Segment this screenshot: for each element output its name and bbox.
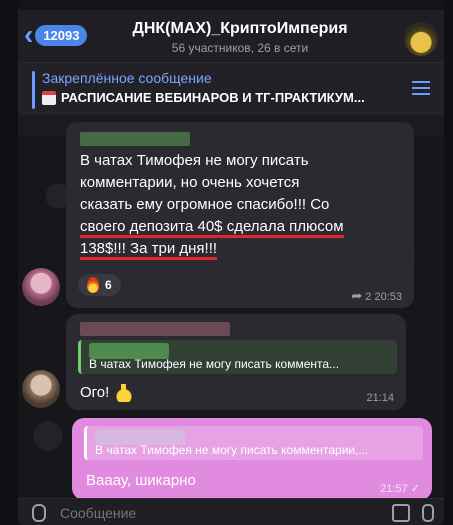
sender-name-blurred xyxy=(80,132,190,146)
chat-header: ‹ 12093 ДНК(MAX)_КриптоИмперия 56 участн… xyxy=(18,10,444,62)
message-text-3: Вааау, шикарно xyxy=(86,472,196,489)
message-input-bar xyxy=(18,498,444,525)
sender-avatar-1[interactable] xyxy=(22,268,60,306)
reply-quote-text: В чатах Тимофея не могу писать коммента.… xyxy=(89,357,340,371)
chat-title: ДНК(MAX)_КриптоИмперия xyxy=(132,20,348,37)
reply-quote[interactable]: В чатах Тимофея не могу писать комментар… xyxy=(84,426,423,460)
pinned-text-row: РАСПИСАНИЕ ВЕБИНАРОВ И ТГ-ПРАКТИКУМ... xyxy=(42,90,365,105)
message-time: 21:57 xyxy=(380,483,408,495)
message-meta-1: ➦ 2 20:53 xyxy=(351,288,402,304)
input-actions xyxy=(392,504,434,522)
message-input[interactable] xyxy=(58,501,362,525)
pin-indicator xyxy=(32,71,35,109)
pinned-message-bar[interactable]: Закреплённое сообщение РАСПИСАНИЕ ВЕБИНА… xyxy=(18,62,444,115)
chat-screen: ‹ 12093 ДНК(MAX)_КриптоИмперия 56 участн… xyxy=(18,0,444,525)
chevron-left-icon: ‹ xyxy=(24,19,34,50)
incoming-message-1[interactable]: В чатах Тимофея не могу писать комментар… xyxy=(66,122,414,308)
reaction-count: 6 xyxy=(105,278,112,292)
unread-count-badge: 12093 xyxy=(35,24,88,46)
message-time: 20:53 xyxy=(374,291,402,303)
incoming-message-2[interactable]: В чатах Тимофея не могу писать коммента.… xyxy=(66,314,406,410)
fire-icon xyxy=(87,277,99,293)
back-button[interactable]: ‹ 12093 xyxy=(24,19,88,50)
outgoing-message-1[interactable]: В чатах Тимофея не могу писать комментар… xyxy=(72,418,432,500)
reply-arrow-icon: ➦ xyxy=(351,288,363,303)
chat-title-block[interactable]: ДНК(MAX)_КриптоИмперия 56 участников, 26… xyxy=(110,20,370,55)
attach-icon[interactable] xyxy=(32,504,46,522)
pinned-list-icon[interactable] xyxy=(412,81,430,95)
microphone-icon[interactable] xyxy=(422,504,434,522)
pinned-label: Закреплённое сообщение xyxy=(42,70,212,86)
reply-quote-text: В чатах Тимофея не могу писать комментар… xyxy=(95,443,369,457)
pinned-text: РАСПИСАНИЕ ВЕБИНАРОВ И ТГ-ПРАКТИКУМ... xyxy=(61,90,365,105)
read-check-icon: ✓ xyxy=(410,483,420,495)
status-bar xyxy=(18,0,444,10)
calendar-icon xyxy=(42,90,56,105)
sticker-icon[interactable] xyxy=(392,504,410,522)
sender-avatar-2[interactable] xyxy=(22,370,60,408)
message-text-1: В чатах Тимофея не могу писать комментар… xyxy=(80,150,410,260)
message-meta-3: 21:57 ✓ xyxy=(380,482,420,495)
group-avatar[interactable] xyxy=(404,22,438,56)
message-time: 21:14 xyxy=(366,392,394,404)
reaction-fire[interactable]: 6 xyxy=(78,274,121,296)
reply-quote[interactable]: В чатах Тимофея не могу писать коммента.… xyxy=(78,340,397,374)
message-text-2: Ого! xyxy=(80,382,134,404)
reply-count: 2 xyxy=(365,291,372,303)
chat-members-status: 56 участников, 26 в сети xyxy=(171,41,309,55)
sender-name-blurred xyxy=(80,322,230,336)
thumbs-up-icon xyxy=(115,384,134,402)
